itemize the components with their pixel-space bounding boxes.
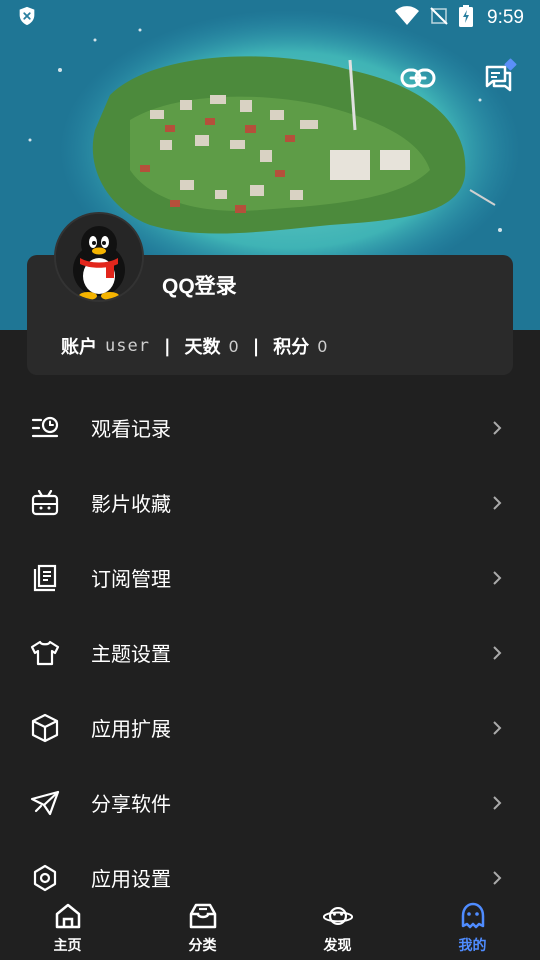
points-label: 积分 [273,337,310,358]
message-button[interactable] [478,58,518,100]
menu-item-favorites[interactable]: 影片收藏 [0,465,540,540]
nav-discover[interactable]: 发现 [270,895,405,960]
nav-label: 分类 [188,938,217,954]
menu-item-label: 订阅管理 [91,567,171,591]
battery-charging-icon [459,5,474,31]
theme-shirt-icon [30,638,60,668]
menu-item-label: 主题设置 [91,642,171,666]
chevron-right-icon [490,570,504,585]
menu-item-label: 应用设置 [91,867,171,891]
discover-planet-icon [322,902,353,930]
menu-item-label: 影片收藏 [91,492,171,516]
menu-item-watch-history[interactable]: 观看记录 [0,390,540,465]
home-icon [53,902,83,930]
stat-separator: | [252,335,260,357]
chevron-right-icon [490,645,504,660]
menu-item-label: 观看记录 [91,417,171,441]
clock: 9:59 [487,7,524,28]
chevron-right-icon [490,720,504,735]
points-value: 0 [317,336,328,356]
nav-label: 主页 [53,938,82,954]
nav-label: 我的 [458,938,487,954]
chevron-right-icon [490,795,504,810]
settings-icon [30,863,60,893]
chevron-right-icon [490,420,504,435]
menu-item-share[interactable]: 分享软件 [0,765,540,840]
menu-item-label: 应用扩展 [91,717,171,741]
history-icon [30,413,60,443]
bottom-navigation: 主页 分类 发现 我的 [0,895,540,960]
signal-off-icon [429,6,449,30]
nav-category[interactable]: 分类 [135,895,270,960]
account-stats: 账户 user | 天数 0 | 积分 0 [61,333,327,359]
menu-item-theme[interactable]: 主题设置 [0,615,540,690]
menu-item-label: 分享软件 [91,792,171,816]
favorites-icon [30,488,60,518]
days-value: 0 [228,336,239,356]
menu-item-extensions[interactable]: 应用扩展 [0,690,540,765]
qq-login-button[interactable]: QQ登录 [162,270,237,300]
profile-face-icon [458,902,488,930]
stat-separator: | [163,335,171,357]
extension-box-icon [30,713,60,743]
shield-x-icon [16,5,38,31]
status-bar: 9:59 [0,0,540,36]
wifi-icon [395,6,420,30]
nav-label: 发现 [323,938,352,954]
link-icon [400,67,436,93]
chevron-right-icon [490,495,504,510]
account-value: user [105,336,150,356]
share-send-icon [30,788,60,818]
nav-home[interactable]: 主页 [0,895,135,960]
chevron-right-icon [490,870,504,885]
account-label: 账户 [61,337,97,358]
nav-mine[interactable]: 我的 [405,895,540,960]
avatar[interactable] [54,212,144,302]
subscription-icon [30,563,60,593]
settings-menu: 观看记录 影片收藏 订阅管理 主题设置 应用扩展 分享软件 应用设置 [0,390,540,915]
category-box-icon [188,902,218,930]
days-label: 天数 [184,337,221,358]
menu-item-subscriptions[interactable]: 订阅管理 [0,540,540,615]
link-button[interactable] [398,60,438,100]
